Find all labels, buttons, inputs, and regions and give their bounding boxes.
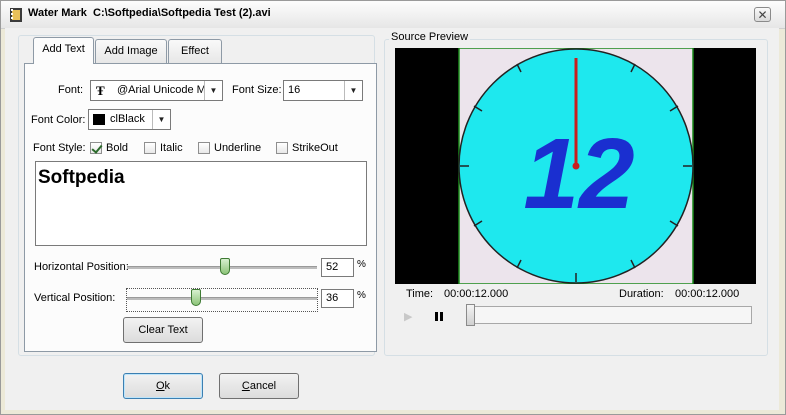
font-color-select[interactable]: clBlack ▼: [88, 109, 171, 130]
seek-thumb[interactable]: [466, 304, 475, 326]
slider-thumb[interactable]: [220, 258, 230, 275]
clock-digits: 12: [523, 118, 634, 230]
color-swatch: [93, 114, 105, 125]
chevron-down-icon[interactable]: ▼: [204, 81, 222, 100]
time-label: Time:: [406, 288, 434, 300]
font-select[interactable]: Ŧ @Arial Unicode MS ▼: [90, 80, 223, 101]
source-preview-title: Source Preview: [389, 31, 471, 43]
strikeout-label: StrikeOut: [292, 142, 338, 154]
italic-label: Italic: [160, 142, 183, 154]
horizontal-position-slider[interactable]: [127, 258, 317, 280]
font-size-value: 16: [288, 84, 301, 96]
watermark-text-value: Softpedia: [38, 167, 125, 188]
clear-text-button[interactable]: Clear Text: [123, 317, 203, 343]
font-style-label: Font Style:: [33, 142, 86, 154]
cancel-mnemonic: C: [241, 380, 250, 392]
play-icon[interactable]: ▶: [404, 310, 416, 323]
tab-label: Add Text: [42, 43, 85, 55]
percent-label: %: [357, 290, 366, 301]
tab-label: Add Image: [104, 45, 158, 57]
clock-frame-image: 12: [458, 48, 694, 284]
cancel-button[interactable]: Cancel: [219, 373, 299, 399]
window-title: Water Mark C:\Softpedia\Softpedia Test (…: [28, 7, 271, 19]
font-value: @Arial Unicode MS: [117, 84, 205, 96]
horizontal-position-field[interactable]: 52: [321, 258, 354, 277]
underline-checkbox[interactable]: [198, 142, 210, 154]
horizontal-position-label: Horizontal Position:: [34, 261, 129, 273]
title-bar[interactable]: Water Mark C:\Softpedia\Softpedia Test (…: [1, 1, 785, 29]
vertical-position-label: Vertical Position:: [34, 292, 116, 304]
font-color-label: Font Color:: [31, 114, 86, 126]
tab-effect[interactable]: Effect: [168, 39, 222, 63]
duration-label: Duration:: [619, 288, 664, 300]
tab-add-text[interactable]: Add Text: [33, 37, 94, 64]
italic-checkbox[interactable]: [144, 142, 156, 154]
tab-add-image[interactable]: Add Image: [95, 39, 167, 63]
bold-checkbox[interactable]: [90, 142, 102, 154]
font-color-value: clBlack: [110, 113, 145, 125]
pause-icon[interactable]: [433, 310, 445, 322]
duration-value: 00:00:12.000: [675, 288, 740, 300]
app-icon: [10, 8, 22, 22]
chevron-down-icon[interactable]: ▼: [344, 81, 362, 100]
video-preview: 12: [395, 48, 756, 284]
percent-label: %: [357, 259, 366, 270]
strikeout-checkbox[interactable]: [276, 142, 288, 154]
time-value: 00:00:12.000: [444, 288, 509, 300]
vertical-position-value: 36: [326, 292, 339, 304]
font-size-select[interactable]: 16 ▼: [283, 80, 363, 101]
vertical-position-slider[interactable]: [126, 288, 318, 312]
close-button[interactable]: ✕: [754, 7, 771, 22]
seek-bar[interactable]: [466, 306, 752, 324]
ok-button[interactable]: Ok: [123, 373, 203, 399]
clear-text-label: Clear Text: [138, 324, 188, 336]
vertical-position-field[interactable]: 36: [321, 289, 354, 308]
underline-label: Underline: [214, 142, 262, 154]
font-size-label: Font Size:: [232, 84, 282, 96]
ok-label: k: [164, 380, 171, 392]
ok-mnemonic: O: [155, 380, 165, 392]
close-icon: ✕: [757, 8, 768, 22]
watermark-text-input[interactable]: Softpedia: [35, 161, 367, 246]
slider-thumb[interactable]: [191, 289, 201, 306]
slider-track: [127, 297, 317, 300]
truetype-font-icon: Ŧ: [96, 83, 105, 98]
tab-label: Effect: [181, 45, 209, 57]
bold-label: Bold: [106, 142, 129, 154]
chevron-down-icon[interactable]: ▼: [152, 110, 170, 129]
horizontal-position-value: 52: [326, 261, 339, 273]
font-label: Font:: [58, 84, 84, 96]
cancel-label: ancel: [249, 380, 277, 392]
